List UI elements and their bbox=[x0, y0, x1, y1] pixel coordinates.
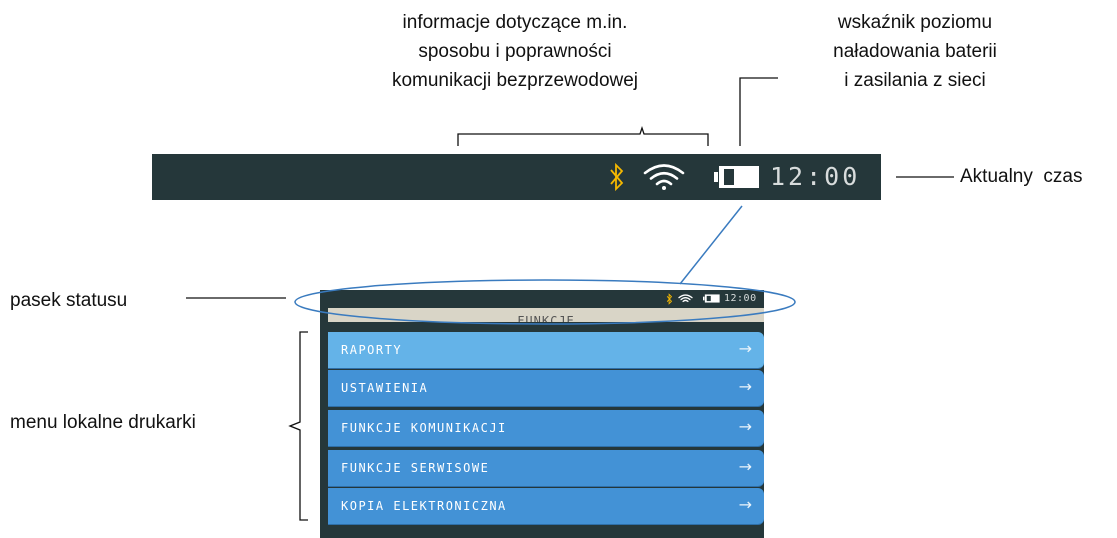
battery-indicator-leader bbox=[739, 77, 778, 146]
annotation-overlay bbox=[186, 77, 954, 521]
status-bar-highlight-ellipse bbox=[294, 279, 796, 325]
magnifier-connector bbox=[679, 205, 743, 285]
local-menu-bracket bbox=[288, 331, 308, 521]
wireless-info-bracket bbox=[457, 125, 709, 146]
